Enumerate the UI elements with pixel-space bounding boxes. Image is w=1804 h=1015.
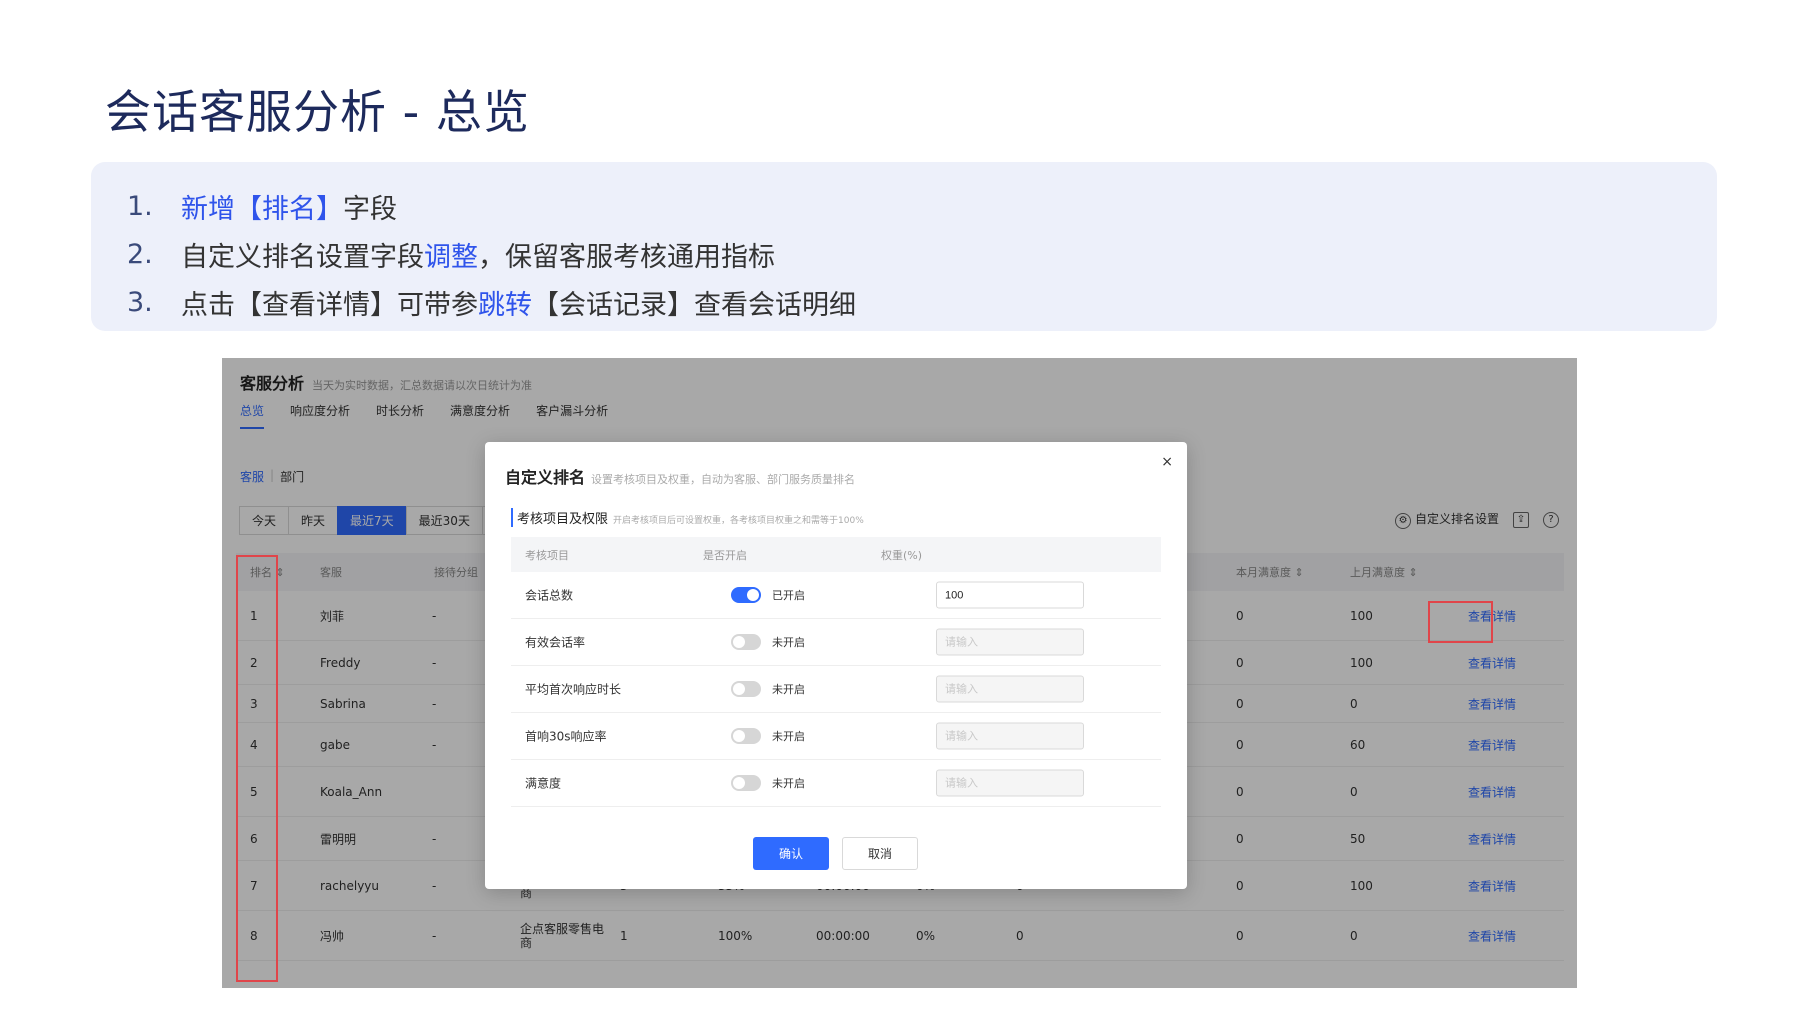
header-weight: 权重(%) (881, 548, 923, 562)
assessment-row: 首响30s响应率 未开启 (511, 713, 1161, 760)
weight-input[interactable] (936, 769, 1084, 797)
app-screenshot: 客服分析 当天为实时数据，汇总数据请以次日统计为准 总览 响应度分析 时长分析 … (222, 358, 1577, 988)
assessment-row: 有效会话率 未开启 (511, 619, 1161, 666)
weight-input[interactable] (936, 675, 1084, 703)
assessment-item-name: 会话总数 (525, 588, 574, 603)
enable-toggle[interactable] (731, 681, 761, 697)
modal-subtitle: 设置考核项目及权重，自动为客服、部门服务质量排名 (591, 473, 856, 486)
weight-input[interactable] (936, 628, 1084, 656)
enable-toggle[interactable] (731, 775, 761, 791)
header-enabled: 是否开启 (703, 548, 747, 562)
assessment-body: 会话总数已开启有效会话率未开启平均首次响应时长未开启首响30s响应率未开启满意度… (511, 572, 1161, 807)
note-number: 3. (127, 286, 153, 318)
note-item: 2. 自定义排名设置字段 调整 ，保留客服考核通用指标 (127, 230, 1717, 278)
toggle-status: 未开启 (772, 636, 805, 649)
assessment-row: 会话总数 已开启 (511, 572, 1161, 619)
enable-toggle[interactable] (731, 728, 761, 744)
assessment-item-name: 首响30s响应率 (525, 729, 607, 744)
note-number: 2. (127, 238, 153, 270)
notes-panel: 1. 新增【排名】 字段 2. 自定义排名设置字段 调整 ，保留客服考核通用指标 3. 点击【查… (91, 162, 1717, 331)
note-highlight: 跳转 (478, 289, 532, 321)
modal-title: 自定义排名 (505, 468, 586, 487)
enable-toggle[interactable] (731, 634, 761, 650)
slide-title: 会话客服分析 - 总览 (105, 85, 530, 139)
assessment-header: 考核项目 是否开启 权重(%) (511, 537, 1161, 572)
note-text: 【会话记录】查看会话明细 (532, 289, 856, 321)
cancel-button[interactable]: 取消 (842, 837, 918, 870)
custom-rank-modal: × 自定义排名 设置考核项目及权重，自动为客服、部门服务质量排名 考核项目及权限… (485, 442, 1187, 889)
assessment-item-name: 满意度 (525, 776, 562, 791)
annotation-detail-link (1428, 601, 1493, 643)
note-number: 1. (127, 190, 153, 222)
close-icon[interactable]: × (1161, 454, 1173, 470)
assessment-row: 平均首次响应时长 未开启 (511, 666, 1161, 713)
toggle-status: 未开启 (772, 777, 805, 790)
note-item: 3. 点击【查看详情】可带参 跳转 【会话记录】查看会话明细 (127, 278, 1717, 326)
section-title: 考核项目及权限 (517, 512, 609, 527)
annotation-rank-column (236, 555, 278, 982)
note-highlight: 调整 (424, 241, 478, 273)
weight-input[interactable] (936, 722, 1084, 750)
note-item: 1. 新增【排名】 字段 (127, 182, 1717, 230)
modal-header: 自定义排名 设置考核项目及权重，自动为客服、部门服务质量排名 (505, 464, 855, 488)
section-subtitle: 开启考核项目后可设置权重，各考核项目权重之和需等于100% (613, 516, 864, 526)
weight-input[interactable] (936, 581, 1084, 609)
note-text: 字段 (343, 193, 397, 225)
note-text: 点击【查看详情】可带参 (181, 289, 478, 321)
assessment-item-name: 平均首次响应时长 (525, 682, 622, 697)
enable-toggle[interactable] (731, 587, 761, 603)
header-item: 考核项目 (525, 548, 569, 562)
confirm-button[interactable]: 确认 (753, 837, 829, 870)
assessment-row: 满意度 未开启 (511, 760, 1161, 807)
toggle-status: 未开启 (772, 683, 805, 696)
note-text: 自定义排名设置字段 (181, 241, 424, 273)
section-header: 考核项目及权限 开启考核项目后可设置权重，各考核项目权重之和需等于100% (511, 508, 864, 527)
service-analysis-page: 客服分析 当天为实时数据，汇总数据请以次日统计为准 总览 响应度分析 时长分析 … (222, 358, 1577, 988)
assessment-table: 考核项目 是否开启 权重(%) 会话总数已开启有效会话率未开启平均首次响应时长未… (511, 537, 1161, 807)
note-text: ，保留客服考核通用指标 (478, 241, 775, 273)
assessment-item-name: 有效会话率 (525, 635, 586, 650)
note-highlight: 新增【排名】 (181, 193, 343, 225)
toggle-status: 已开启 (772, 589, 805, 602)
toggle-status: 未开启 (772, 730, 805, 743)
